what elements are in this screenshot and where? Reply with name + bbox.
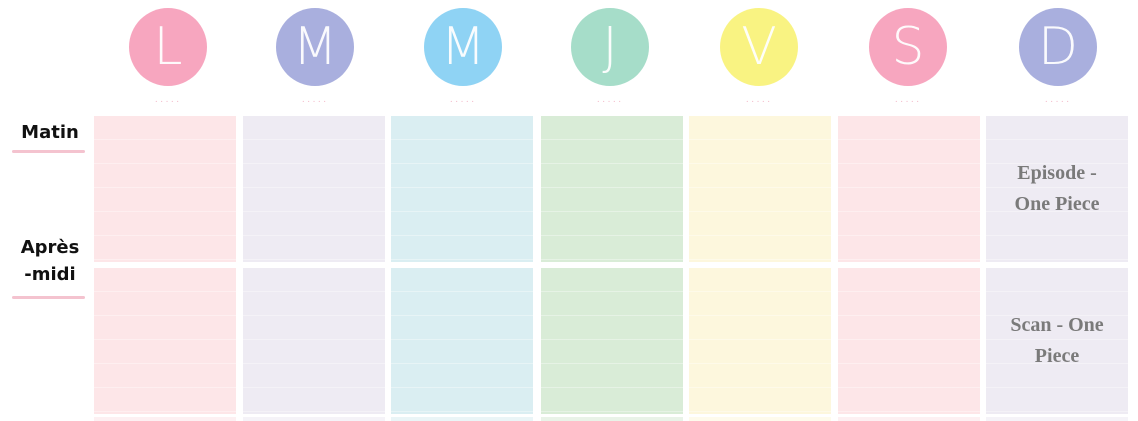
day-letter-dimanche: D [1037, 17, 1079, 77]
cell-apres-midi-mercredi[interactable] [391, 268, 533, 414]
day-letter-samedi: S [891, 17, 925, 77]
cell-matin-jeudi[interactable] [541, 116, 683, 262]
next-row-strip-samedi [838, 417, 980, 421]
day-header-lundi: L [129, 8, 207, 86]
cell-matin-dimanche[interactable]: Episode - One Piece [986, 116, 1128, 262]
cell-matin-vendredi[interactable] [689, 116, 831, 262]
entry-episode-line1: Episode - [1017, 162, 1097, 184]
entry-episode-one-piece: Episode - One Piece [1015, 158, 1100, 220]
cell-matin-mardi[interactable] [243, 116, 385, 262]
cell-apres-midi-jeudi[interactable] [541, 268, 683, 414]
day-letter-jeudi: J [602, 17, 618, 77]
day-letter-mercredi: M [440, 17, 486, 77]
next-row-strip-mercredi [391, 417, 533, 421]
row-label-apres-midi-line2: -midi [24, 264, 76, 285]
cell-apres-midi-mardi[interactable] [243, 268, 385, 414]
row-label-matin: Matin [10, 119, 90, 146]
entry-scan-line1: Scan - One [1010, 314, 1104, 336]
cell-apres-midi-dimanche[interactable]: Scan - One Piece [986, 268, 1128, 414]
day-header-mercredi: M [424, 8, 502, 86]
day-dots-mardi: ····· [301, 96, 329, 107]
row-underline-matin [12, 150, 85, 153]
day-dots-vendredi: ····· [745, 96, 773, 107]
cell-apres-midi-lundi[interactable] [94, 268, 236, 414]
next-row-strip-dimanche [986, 417, 1128, 421]
day-header-jeudi: J [571, 8, 649, 86]
cell-matin-mercredi[interactable] [391, 116, 533, 262]
day-letter-mardi: M [292, 17, 338, 77]
row-label-apres-midi: Après -midi [10, 234, 90, 288]
entry-episode-line2: One Piece [1014, 193, 1100, 215]
next-row-strip-mardi [243, 417, 385, 421]
day-dots-jeudi: ····· [596, 96, 624, 107]
cell-matin-lundi[interactable] [94, 116, 236, 262]
cell-matin-samedi[interactable] [838, 116, 980, 262]
day-dots-mercredi: ····· [449, 96, 477, 107]
row-label-matin-text: Matin [21, 122, 79, 143]
day-letter-lundi: L [153, 17, 183, 77]
day-header-vendredi: V [720, 8, 798, 86]
day-header-mardi: M [276, 8, 354, 86]
day-header-samedi: S [869, 8, 947, 86]
next-row-strip-lundi [94, 417, 236, 421]
cell-apres-midi-samedi[interactable] [838, 268, 980, 414]
day-dots-dimanche: ····· [1044, 96, 1072, 107]
row-underline-apres-midi [12, 296, 85, 299]
day-letter-vendredi: V [741, 17, 777, 77]
entry-scan-one-piece: Scan - One Piece [1010, 310, 1103, 372]
day-dots-lundi: ····· [154, 96, 182, 107]
day-dots-samedi: ····· [894, 96, 922, 107]
next-row-strip-jeudi [541, 417, 683, 421]
next-row-strip-vendredi [689, 417, 831, 421]
day-header-dimanche: D [1019, 8, 1097, 86]
row-label-apres-midi-line1: Après [20, 237, 80, 258]
cell-apres-midi-vendredi[interactable] [689, 268, 831, 414]
entry-scan-line2: Piece [1034, 345, 1080, 367]
